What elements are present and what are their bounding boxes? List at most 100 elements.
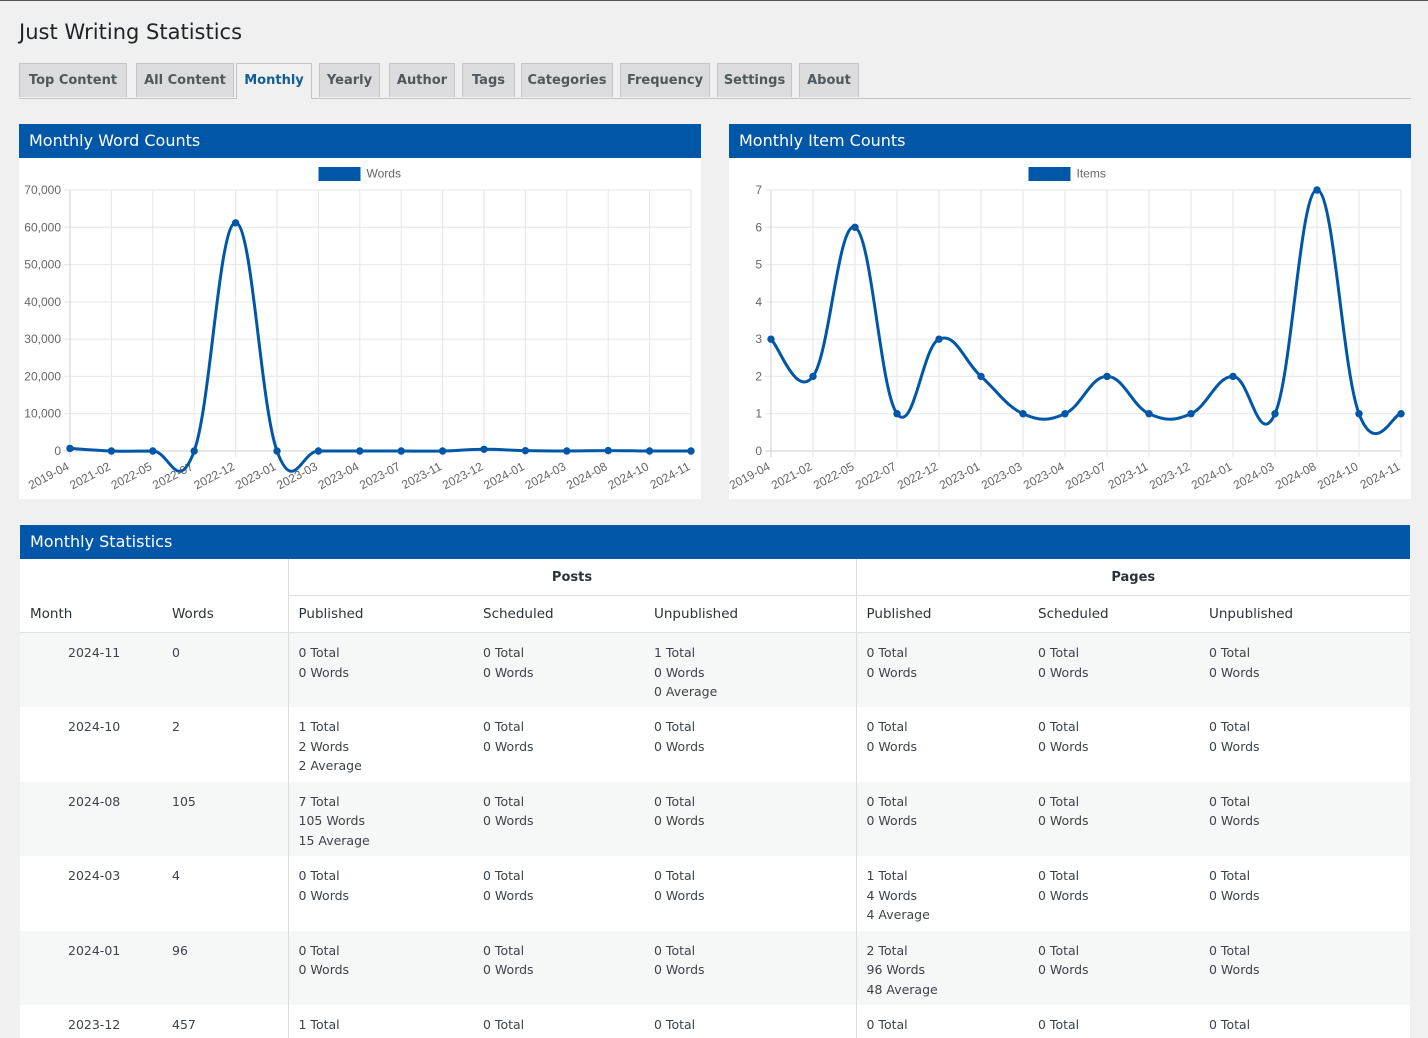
cell-pages-published-line: 4 Words [866, 887, 918, 903]
y-tick-label: 7 [755, 183, 762, 197]
x-tick-label: 2023-07 [357, 459, 403, 492]
cell-posts-scheduled-line: 0 Total [483, 793, 525, 809]
data-point[interactable] [273, 447, 281, 455]
legend-label: Items [1077, 167, 1106, 181]
data-point[interactable] [977, 372, 985, 381]
cell-pages-unpublished-line: 0 Words [1209, 962, 1260, 977]
y-tick-label: 40,000 [24, 295, 61, 309]
data-point[interactable] [231, 219, 240, 227]
cell-posts-scheduled-line: 0 Total [483, 645, 525, 660]
x-tick-label: 2024-03 [1231, 459, 1277, 492]
tab-monthly[interactable]: Monthly [236, 63, 312, 99]
cell-posts-unpublished: 0 Total 0 Words [644, 931, 856, 1006]
column-header-month[interactable]: Month [20, 595, 162, 633]
tab-bar: Top Content All Content Monthly Yearly Autho… [19, 63, 1411, 99]
cell-posts-published: 1 Total [287, 1005, 473, 1038]
x-tick-label: 2024-01 [1189, 459, 1235, 492]
tab-categories[interactable]: Categories [521, 63, 613, 97]
cell-posts-published-line: 0 Words [298, 962, 350, 977]
column-header-posts-unpublished[interactable]: Unpublished [644, 595, 856, 633]
x-tick-label: 2023-12 [1147, 459, 1193, 492]
item-count-chart: Items 7 6 5 4 3 2 1 02019-042021-022022-052022-0… [729, 167, 1405, 492]
data-point[interactable] [1061, 410, 1069, 418]
legend-swatch [318, 167, 361, 181]
column-header-pages-scheduled[interactable]: Scheduled [1028, 595, 1199, 633]
cell-posts-unpublished-line: 0 Total [654, 868, 696, 883]
data-point[interactable] [687, 447, 695, 455]
cell-posts-published-line: 0 Total [298, 868, 340, 883]
column-header-pages-unpublished[interactable]: Unpublished [1199, 595, 1410, 633]
column-header-posts-scheduled[interactable]: Scheduled [473, 595, 644, 633]
table-row: 2024-10 2 1 Total 2 Words 2 Average 0 Total 0 … [20, 707, 1410, 782]
tab-all-content[interactable]: All Content [136, 63, 234, 97]
column-header-pages-published[interactable]: Published [855, 595, 1028, 633]
data-point[interactable] [1313, 186, 1321, 194]
data-point[interactable] [314, 447, 323, 455]
data-point[interactable] [149, 447, 157, 455]
cell-posts-unpublished: 1 Total 0 Words 0 Average [644, 633, 856, 708]
cell-pages-published-line: 1 Total [866, 868, 908, 883]
data-point[interactable] [767, 335, 775, 343]
data-point[interactable] [1397, 410, 1405, 418]
cell-pages-unpublished-line: 0 Total [1209, 942, 1251, 958]
data-point[interactable] [66, 444, 74, 453]
tab-tags[interactable]: Tags [462, 63, 515, 97]
cell-posts-unpublished: 0 Total 0 Words [644, 707, 856, 782]
data-point[interactable] [480, 445, 488, 453]
cell-posts-published-line: 2 Words [298, 738, 350, 754]
tab-about[interactable]: About [799, 63, 859, 97]
cell-pages-unpublished: 0 Total 0 Words [1199, 707, 1410, 782]
data-point[interactable] [645, 447, 654, 455]
pages-group-header: Pages [855, 559, 1410, 596]
data-point[interactable] [190, 447, 198, 455]
data-point[interactable] [809, 372, 817, 381]
data-point[interactable] [935, 335, 943, 343]
cell-posts-scheduled: 0 Total 0 Words [473, 707, 644, 782]
data-point[interactable] [1187, 410, 1195, 418]
data-point[interactable] [563, 447, 571, 455]
data-point[interactable] [1229, 372, 1237, 381]
data-point[interactable] [851, 223, 859, 231]
cell-words: 0 [162, 633, 288, 708]
tab-yearly[interactable]: Yearly [319, 63, 380, 97]
data-point[interactable] [604, 446, 612, 455]
data-point[interactable] [107, 447, 116, 455]
tab-author[interactable]: Author [389, 63, 455, 97]
y-tick-label: 0 [54, 444, 61, 458]
cell-pages-published-line: 0 Total [866, 1017, 908, 1032]
data-point[interactable] [1355, 410, 1363, 418]
cell-posts-unpublished-line: 0 Words [654, 887, 705, 903]
legend-label: Words [367, 167, 401, 181]
cell-posts-unpublished-line: 0 Total [654, 1017, 696, 1032]
x-tick-label: 2024-08 [564, 459, 610, 492]
data-point[interactable] [1271, 410, 1279, 418]
data-point[interactable] [521, 446, 530, 455]
tab-settings[interactable]: Settings [717, 63, 792, 97]
column-header-posts-published[interactable]: Published [287, 595, 473, 633]
data-point[interactable] [1145, 410, 1153, 418]
x-tick-label: 2024-01 [481, 459, 527, 492]
monthly-statistics-table: Posts Pages Month Words Published Schedu… [20, 559, 1410, 1038]
column-header-words[interactable]: Words [162, 595, 288, 633]
cell-pages-scheduled: 0 Total [1028, 1005, 1199, 1038]
cell-words: 4 [162, 856, 288, 931]
word-count-chart-panel: Monthly Word Counts Words 70,000 60,000 50,… [19, 124, 701, 499]
cell-posts-scheduled: 0 Total 0 Words [473, 782, 644, 857]
cell-posts-scheduled-line: 0 Total [483, 942, 525, 958]
cell-words-line: 105 [172, 793, 196, 809]
tab-frequency[interactable]: Frequency [620, 63, 710, 97]
data-point[interactable] [893, 410, 901, 418]
data-point[interactable] [397, 447, 405, 455]
data-point[interactable] [1103, 372, 1111, 381]
tab-top-content[interactable]: Top Content [19, 63, 127, 97]
data-point[interactable] [438, 447, 447, 455]
cell-month: 2023-12 [20, 1005, 162, 1038]
x-tick-label: 2023-01 [937, 459, 983, 492]
data-point[interactable] [1019, 410, 1027, 418]
page-title: Just Writing Statistics [19, 20, 243, 44]
cell-pages-published-line: 0 Words [866, 813, 918, 828]
cell-words: 2 [162, 707, 288, 782]
cell-pages-unpublished: 0 Total 0 Words [1199, 856, 1410, 931]
y-tick-label: 5 [755, 258, 762, 272]
data-point[interactable] [356, 447, 364, 455]
